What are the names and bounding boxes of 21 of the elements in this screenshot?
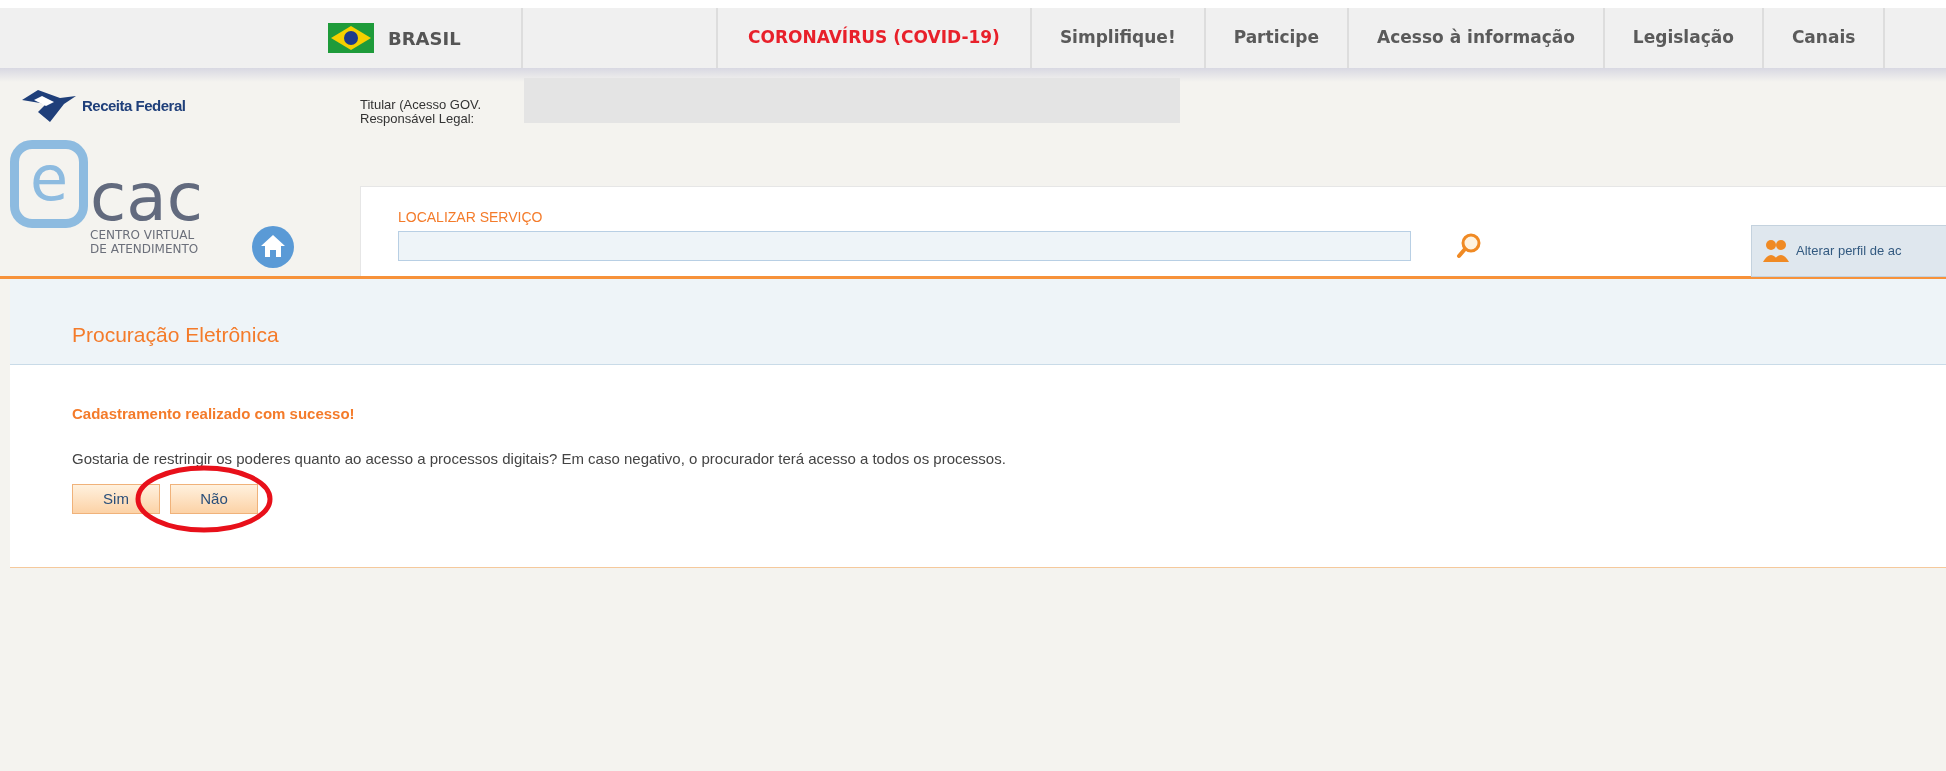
search-label: LOCALIZAR SERVIÇO [398,208,544,227]
logo-subtitle: CENTRO VIRTUAL [90,228,196,242]
agency-logo-text: Receita Federal [82,95,186,116]
profile-button[interactable]: Alterar perfil de ac [1751,225,1946,277]
answer-button[interactable]: Não [170,484,258,514]
logo-name: cac [90,168,204,228]
logo-subtitle: DE ATENDIMENTO [90,242,200,256]
home-icon[interactable] [250,224,296,270]
answer-button[interactable]: Sim [72,484,160,514]
agency-logo-icon [20,88,78,124]
country-label[interactable]: BRASIL [388,24,461,52]
user-info-text: Titular (Acesso GOV. [360,98,482,112]
success-message: Cadastramento realizado com sucesso! [72,404,356,424]
search-icon[interactable] [1456,233,1482,259]
logo-mark: e [10,140,88,228]
search-field[interactable] [398,231,1411,261]
question-text: Gostaria de restringir os poderes quanto ao acesso a processos digitais? Em caso negativo, o procurador terá acesso a todos os processos. [72,448,1007,469]
user-info-text: Responsável Legal: [360,112,476,126]
flag-icon [328,23,374,53]
people-icon [1762,238,1790,264]
page-title: Procuração Eletrônica [72,321,279,348]
